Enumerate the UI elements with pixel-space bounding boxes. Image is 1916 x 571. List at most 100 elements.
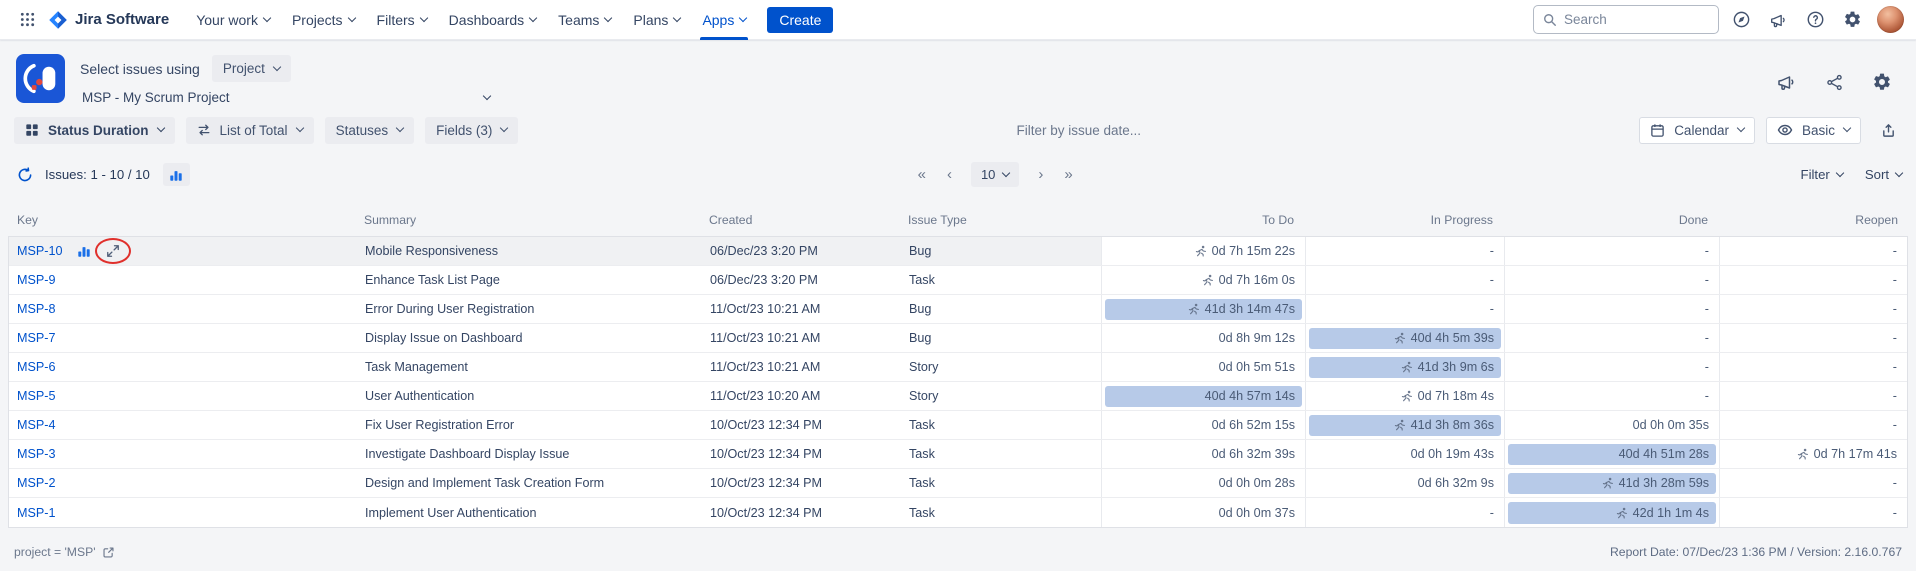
sort-menu[interactable]: Sort [1865,167,1902,182]
project-select[interactable]: MSP - My Scrum Project [80,89,492,106]
report-info: Report Date: 07/Dec/23 1:36 PM / Version… [1610,545,1902,559]
report-toolbar: Status Duration List of Total Statuses F… [0,108,1916,150]
column-header-done[interactable]: Done [1503,209,1718,236]
issue-key-link[interactable]: MSP-6 [17,360,56,374]
nav-item-projects[interactable]: Projects [281,0,366,39]
issue-key-link[interactable]: MSP-1 [17,506,56,520]
share-icon[interactable] [1822,70,1846,94]
calculation-select[interactable]: List of Total [186,117,314,144]
chevron-down-icon [396,124,404,132]
report-type-select[interactable]: Status Duration [14,117,175,144]
fields-select[interactable]: Fields (3) [425,117,518,144]
issue-key-link[interactable]: MSP-2 [17,476,56,490]
view-mode-select[interactable]: Basic [1766,117,1861,144]
create-button[interactable]: Create [767,7,833,33]
issue-key-link[interactable]: MSP-8 [17,302,56,316]
table-row-msp-9[interactable]: MSP-9Enhance Task List Page06/Dec/23 3:2… [9,266,1907,295]
settings-gear-icon[interactable] [1837,5,1867,35]
duration-cell-done: - [1504,295,1719,323]
nav-item-dashboards[interactable]: Dashboards [438,0,548,39]
column-header-key[interactable]: Key [8,209,356,236]
nav-item-your-work[interactable]: Your work [185,0,281,39]
table-row-msp-10[interactable]: MSP-10Mobile Responsiveness06/Dec/23 3:2… [9,237,1907,266]
refresh-icon[interactable] [14,164,36,186]
table-row-msp-6[interactable]: MSP-6Task Management11/Oct/23 10:21 AMSt… [9,353,1907,382]
nav-item-teams[interactable]: Teams [547,0,622,39]
discover-icon[interactable] [1726,5,1756,35]
global-search[interactable] [1533,5,1719,34]
chart-view-button[interactable] [163,163,190,186]
issue-key-link[interactable]: MSP-7 [17,331,56,345]
duration-value: 0d 6h 32m 9s [1418,476,1494,490]
chevron-down-icon [500,124,508,132]
export-icon[interactable] [1874,116,1902,144]
filter-menu[interactable]: Filter [1801,167,1843,182]
app-switcher-button[interactable] [12,5,42,35]
duration-value: 0d 6h 32m 39s [1212,447,1295,461]
column-header-to-do[interactable]: To Do [1100,209,1304,236]
table-row-msp-7[interactable]: MSP-7Display Issue on Dashboard11/Oct/23… [9,324,1907,353]
issue-key-link[interactable]: MSP-9 [17,273,56,287]
duration-cell-to-do: 0d 6h 52m 15s [1101,411,1305,439]
nav-item-plans[interactable]: Plans [622,0,691,39]
issue-key-link[interactable]: MSP-3 [17,447,56,461]
user-avatar[interactable] [1877,6,1904,33]
calendar-label: Calendar [1674,123,1729,138]
last-page-button[interactable]: » [1062,167,1074,182]
duration-cell-reopen: - [1719,411,1907,439]
issue-date-filter-input[interactable] [929,123,1229,138]
nav-item-label: Filters [377,12,415,28]
help-icon[interactable] [1800,5,1830,35]
jql-query-link[interactable]: project = 'MSP' [14,545,115,559]
column-header-issue-type[interactable]: Issue Type [900,209,1100,236]
column-header-created[interactable]: Created [701,209,900,236]
duration-value: - [1705,302,1709,316]
issue-key-link[interactable]: MSP-5 [17,389,56,403]
statuses-select[interactable]: Statuses [325,117,415,144]
search-input[interactable] [1564,12,1709,27]
announcement-icon[interactable] [1774,70,1798,94]
duration-value: - [1893,302,1897,316]
duration-cell-in-progress: - [1305,498,1504,527]
duration-cell-to-do: 0d 7h 15m 22s [1101,237,1305,265]
table-row-msp-8[interactable]: MSP-8Error During User Registration11/Oc… [9,295,1907,324]
nav-item-filters[interactable]: Filters [366,0,438,39]
column-header-in-progress[interactable]: In Progress [1304,209,1503,236]
column-header-summary[interactable]: Summary [356,209,701,236]
duration-cell-done: - [1504,382,1719,410]
table-row-msp-1[interactable]: MSP-1Implement User Authentication10/Oct… [9,498,1907,527]
issue-key-link[interactable]: MSP-10 [17,244,63,258]
nav-item-label: Dashboards [449,12,525,28]
feedback-megaphone-icon[interactable] [1763,5,1793,35]
duration-cell-reopen: - [1719,266,1907,294]
key-cell: MSP-7 [9,324,357,352]
nav-item-apps[interactable]: Apps [691,0,757,39]
app-grid-icon [19,11,36,28]
duration-cell-in-progress: 0d 6h 32m 9s [1305,469,1504,497]
page-size-select[interactable]: 10 [971,162,1019,187]
filter-label: Filter [1801,167,1830,182]
table-row-msp-2[interactable]: MSP-2Design and Implement Task Creation … [9,469,1907,498]
table-row-msp-5[interactable]: MSP-5User Authentication11/Oct/23 10:20 … [9,382,1907,411]
issue-type: Task [901,469,1101,497]
prev-page-button[interactable]: ‹ [945,167,954,182]
table-row-msp-3[interactable]: MSP-3 Investigate Dashboard Display Issue… [9,440,1907,469]
table-row-msp-4[interactable]: MSP-4Fix User Registration Error10/Oct/2… [9,411,1907,440]
current-status-runner-icon [1202,274,1214,286]
calendar-select[interactable]: Calendar [1639,117,1755,144]
next-page-button[interactable]: › [1036,167,1045,182]
first-page-button[interactable]: « [916,167,928,182]
app-settings-gear-icon[interactable] [1870,70,1894,94]
duration-value: 0d 6h 52m 15s [1212,418,1295,432]
time-in-status-app-logo [16,54,65,103]
row-bar-chart-icon[interactable] [76,243,92,259]
issue-source-select[interactable]: Project [212,55,291,82]
row-expand-icon[interactable] [105,243,121,259]
chevron-down-icon [1895,168,1903,176]
issue-summary: Investigate Dashboard Display Issue [357,440,702,468]
issue-key-link[interactable]: MSP-4 [17,418,56,432]
jira-home-link[interactable]: Jira Software [48,10,169,30]
jira-status-duration-page: Jira Software Your workProjects Filters Da… [0,0,1916,571]
column-header-reopen[interactable]: Reopen [1718,209,1908,236]
chevron-down-icon [273,62,281,70]
